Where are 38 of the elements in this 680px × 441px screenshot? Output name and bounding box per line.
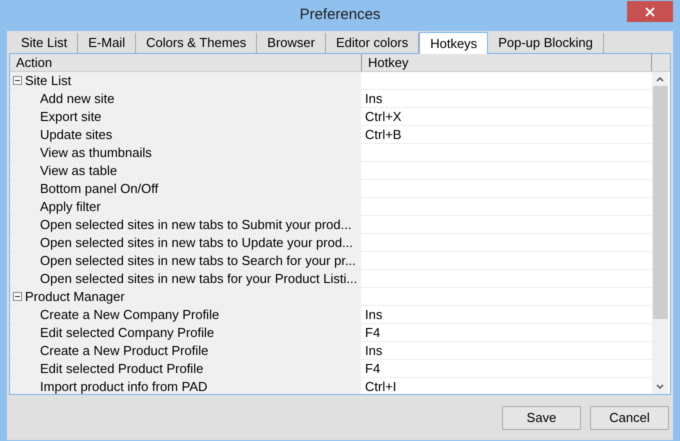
action-cell: Import product info from PAD — [40, 380, 208, 393]
hotkey-cell: Ins — [365, 308, 382, 321]
action-cell: Create a New Product Profile — [40, 344, 208, 357]
collapse-icon[interactable] — [13, 292, 22, 301]
action-cell: View as table — [40, 164, 118, 177]
action-cell: View as thumbnails — [40, 146, 152, 159]
action-cell: Create a New Company Profile — [40, 308, 220, 321]
window-title: Preferences — [300, 5, 380, 26]
cancel-button[interactable]: Cancel — [590, 406, 669, 430]
save-button[interactable]: Save — [502, 406, 581, 430]
hotkey-cell: Ctrl+I — [365, 380, 396, 393]
action-cell: Open selected sites in new tabs to Update your prod... — [40, 236, 353, 249]
hotkey-cell: F4 — [365, 326, 380, 339]
scroll-up-icon[interactable] — [656, 76, 664, 82]
collapse-icon[interactable] — [13, 76, 22, 85]
hotkey-cell: F4 — [365, 362, 380, 375]
hotkey-cell: Ins — [365, 92, 382, 105]
tab[interactable]: Hotkeys — [419, 32, 488, 54]
action-cell: Apply filter — [40, 200, 101, 213]
hotkey-cell: Ctrl+X — [365, 110, 402, 123]
action-cell: Export site — [40, 110, 102, 123]
scrollbar[interactable] — [652, 72, 668, 394]
group-label[interactable]: Site List — [25, 74, 72, 87]
hotkey-cell: Ctrl+B — [365, 128, 402, 141]
hotkey-cell: Ins — [365, 344, 382, 357]
action-cell: Bottom panel On/Off — [40, 182, 158, 195]
action-cell: Open selected sites in new tabs for your Product Listi... — [40, 272, 358, 285]
action-cell: Open selected sites in new tabs to Submit your prod... — [40, 218, 352, 231]
action-cell: Edit selected Company Profile — [40, 326, 214, 339]
scroll-down-icon[interactable] — [656, 384, 664, 390]
action-cell: Update sites — [40, 128, 112, 141]
close-icon — [645, 6, 655, 16]
action-cell: Add new site — [40, 92, 114, 105]
column-header[interactable]: Hotkey — [362, 54, 652, 71]
action-cell: Open selected sites in new tabs to Search for your pr... — [40, 254, 356, 267]
column-header[interactable]: Action — [10, 54, 362, 71]
action-cell: Edit selected Product Profile — [40, 362, 204, 375]
close-button[interactable] — [627, 1, 673, 22]
